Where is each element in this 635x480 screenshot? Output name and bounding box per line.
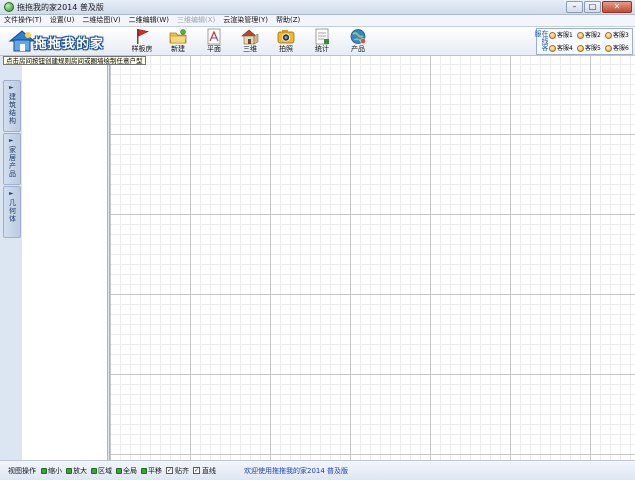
straight-line-checkbox[interactable]: ✓ 直线 bbox=[193, 466, 216, 476]
tool-sample-room[interactable]: 样板房 bbox=[125, 28, 159, 55]
service-agent-icon bbox=[605, 45, 612, 52]
hint-tooltip: 点击房间按钮创建规则房间或圈墙绘制任意户型 bbox=[3, 56, 146, 65]
checkbox-checked-icon: ✓ bbox=[193, 467, 200, 474]
service-agent-icon bbox=[605, 32, 612, 39]
service-agent-icon bbox=[549, 45, 556, 52]
zoom-out-button[interactable]: 缩小 bbox=[41, 466, 62, 476]
side-tab-home-products[interactable]: ► 家居产品 bbox=[3, 133, 21, 185]
tool-3d[interactable]: 三维 bbox=[233, 28, 267, 55]
menu-3d-edit[interactable]: 三维编辑(X) bbox=[173, 15, 219, 26]
pan-button[interactable]: 平移 bbox=[141, 466, 162, 476]
tool-statistics[interactable]: 统计 bbox=[305, 28, 339, 55]
service-agent-icon bbox=[577, 45, 584, 52]
logo-text: 拖拖我的家 bbox=[34, 37, 105, 52]
flag-icon bbox=[137, 29, 149, 44]
library-panel bbox=[22, 56, 108, 460]
zoom-region-button[interactable]: 区域 bbox=[91, 466, 112, 476]
zoom-all-button[interactable]: 全局 bbox=[116, 466, 137, 476]
service-item[interactable]: 客服2 bbox=[577, 30, 605, 41]
service-title: 在线客服 bbox=[534, 30, 549, 51]
tool-new[interactable]: 新建 bbox=[161, 28, 195, 55]
tool-photo[interactable]: 拍照 bbox=[269, 28, 303, 55]
status-bar: 视图操作 缩小 放大 区域 全局 平移 ✓ 贴齐 ✓ 直线 欢迎使用拖拖我的家201… bbox=[0, 460, 635, 480]
title-bar: 拖拖我的家2014 普及版 – □ ✕ bbox=[0, 0, 635, 15]
zoom-out-icon bbox=[41, 467, 47, 474]
menu-settings[interactable]: 设置(U) bbox=[46, 15, 79, 26]
app-logo: 拖拖我的家 bbox=[4, 28, 108, 55]
menu-2d-draw[interactable]: 二维绘图(V) bbox=[78, 15, 124, 26]
house-3d-icon bbox=[241, 29, 259, 45]
menu-cloud-render[interactable]: 云渲染管理(Y) bbox=[219, 15, 272, 26]
service-item[interactable]: 客服5 bbox=[577, 43, 605, 54]
triangle-right-icon: ► bbox=[9, 84, 14, 91]
service-list: 客服1 客服2 客服3 客服4 客服5 客服6 bbox=[549, 30, 633, 54]
pan-icon bbox=[141, 467, 147, 474]
new-folder-icon bbox=[169, 29, 187, 44]
menu-help[interactable]: 帮助(Z) bbox=[272, 15, 304, 26]
drawing-canvas[interactable] bbox=[109, 56, 635, 460]
statistics-icon bbox=[315, 28, 329, 45]
zoom-all-icon bbox=[116, 467, 122, 474]
service-item[interactable]: 客服6 bbox=[605, 43, 633, 54]
zoom-in-icon bbox=[66, 467, 72, 474]
window-controls: – □ ✕ bbox=[566, 1, 632, 13]
menu-file[interactable]: 文件操作(T) bbox=[0, 15, 46, 26]
menu-2d-edit[interactable]: 二维编辑(W) bbox=[125, 15, 173, 26]
service-agent-icon bbox=[577, 32, 584, 39]
service-item[interactable]: 客服4 bbox=[549, 43, 577, 54]
service-item[interactable]: 客服3 bbox=[605, 30, 633, 41]
service-item[interactable]: 客服1 bbox=[549, 30, 577, 41]
triangle-right-icon: ► bbox=[9, 190, 14, 197]
app-icon bbox=[4, 2, 14, 12]
floor-plan-icon bbox=[207, 28, 221, 45]
welcome-message: 欢迎使用拖拖我的家2014 普及版 bbox=[244, 466, 349, 475]
snap-checkbox[interactable]: ✓ 贴齐 bbox=[166, 466, 189, 476]
zoom-region-icon bbox=[91, 467, 97, 474]
camera-icon bbox=[277, 30, 295, 44]
view-ops-label: 视图操作 bbox=[8, 466, 36, 475]
minimize-icon[interactable]: – bbox=[566, 1, 583, 13]
online-service-panel: 在线客服 客服1 客服2 客服3 客服4 客服5 客服6 bbox=[534, 28, 633, 55]
maximize-icon[interactable]: □ bbox=[584, 1, 601, 13]
tool-plan[interactable]: 平面 bbox=[197, 28, 231, 55]
products-icon bbox=[350, 29, 366, 44]
checkbox-checked-icon: ✓ bbox=[166, 467, 173, 474]
menu-bar: 文件操作(T) 设置(U) 二维绘图(V) 二维编辑(W) 三维编辑(X) 云渲… bbox=[0, 15, 635, 27]
tool-products[interactable]: 产品 bbox=[341, 28, 375, 55]
window-title: 拖拖我的家2014 普及版 bbox=[17, 3, 104, 12]
logo-house-icon bbox=[8, 30, 36, 52]
side-tab-geometry[interactable]: ► 几何体 bbox=[3, 186, 21, 238]
close-icon[interactable]: ✕ bbox=[602, 1, 632, 13]
service-agent-icon bbox=[549, 32, 556, 39]
triangle-right-icon: ► bbox=[9, 137, 14, 144]
side-tab-building-structure[interactable]: ► 建筑结构 bbox=[3, 80, 21, 132]
side-tabs: ► 建筑结构 ► 家居产品 ► 几何体 bbox=[3, 80, 21, 239]
zoom-in-button[interactable]: 放大 bbox=[66, 466, 87, 476]
